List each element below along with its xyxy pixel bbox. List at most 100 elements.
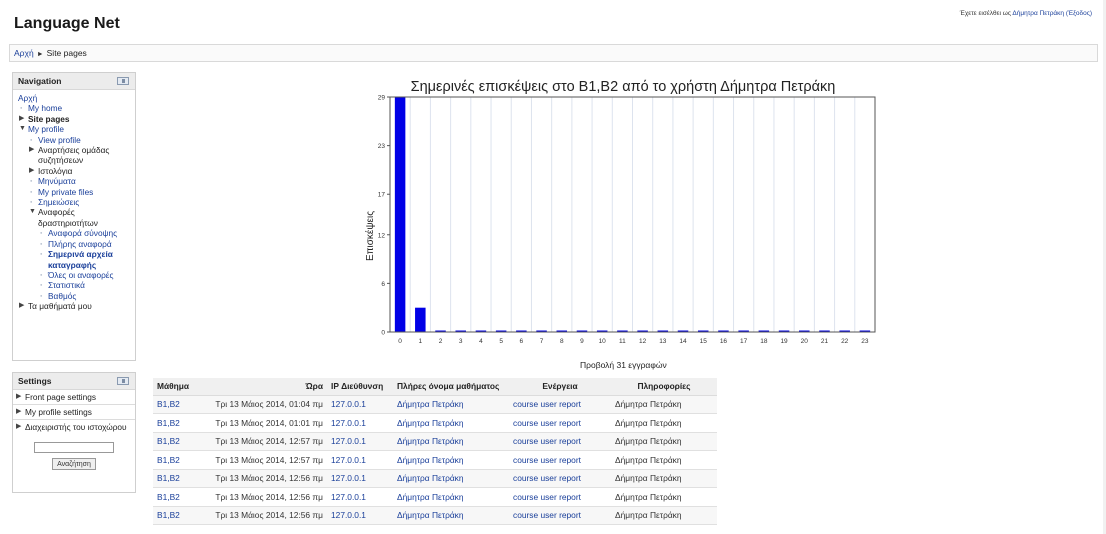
course-link[interactable]: B1,B2 bbox=[153, 487, 195, 507]
breadcrumb-home-link[interactable]: Αρχή bbox=[14, 48, 34, 58]
nav-item-label[interactable]: Βαθμός bbox=[48, 291, 76, 301]
expand-arrow-icon: ▶ bbox=[16, 408, 22, 415]
nav-item-my-courses[interactable]: ▶ Τα μαθήματά μου bbox=[18, 301, 131, 311]
chart-y-tick-label: 12 bbox=[378, 232, 386, 239]
course-link[interactable]: B1,B2 bbox=[153, 450, 195, 470]
nav-item-my-home[interactable]: My home bbox=[18, 103, 131, 114]
dock-block-icon[interactable] bbox=[117, 77, 129, 85]
nav-item-blogs[interactable]: ▶ Ιστολόγια bbox=[18, 166, 131, 176]
course-link[interactable]: B1,B2 bbox=[153, 506, 195, 525]
course-link[interactable]: B1,B2 bbox=[153, 469, 195, 488]
ip-link[interactable]: 127.0.0.1 bbox=[327, 395, 393, 414]
info-cell: Δήμητρα Πετράκη bbox=[611, 413, 717, 433]
table-row: B1,B2 Τρι 13 Μάιος 2014, 01:04 πμ 127.0.… bbox=[153, 395, 717, 414]
nav-item-label[interactable]: Αναφορά σύνοψης bbox=[48, 228, 117, 238]
nav-item-label[interactable]: Σημειώσεις bbox=[38, 197, 79, 207]
nav-item-grade[interactable]: ● Βαθμός bbox=[18, 291, 131, 301]
info-cell: Δήμητρα Πετράκη bbox=[611, 450, 717, 470]
table-row: B1,B2 Τρι 13 Μάιος 2014, 12:56 πμ 127.0.… bbox=[153, 487, 717, 507]
nav-item-label[interactable]: Ιστολόγια bbox=[38, 166, 72, 176]
nav-item-label[interactable]: Site pages bbox=[28, 114, 70, 124]
nav-item-label[interactable]: Σημερινά αρχεία καταγραφής bbox=[48, 249, 113, 269]
ip-link[interactable]: 127.0.0.1 bbox=[327, 469, 393, 488]
action-link[interactable]: course user report bbox=[509, 506, 611, 525]
records-count: Προβολή 31 εγγραφών bbox=[580, 360, 667, 370]
table-row: B1,B2 Τρι 13 Μάιος 2014, 12:56 πμ 127.0.… bbox=[153, 469, 717, 488]
nav-item-my-profile[interactable]: ▼ My profile bbox=[18, 124, 131, 134]
course-link[interactable]: B1,B2 bbox=[153, 395, 195, 414]
logout-link[interactable]: (Έξοδος) bbox=[1064, 10, 1092, 17]
settings-item-label[interactable]: Front page settings bbox=[25, 392, 96, 402]
settings-item-site-admin[interactable]: ▶ Διαχειριστής του ιστοχώρου bbox=[13, 420, 135, 434]
settings-item-my-profile[interactable]: ▶ My profile settings bbox=[13, 405, 135, 420]
action-link[interactable]: course user report bbox=[509, 413, 611, 433]
nav-item-statistics[interactable]: ● Στατιστικά bbox=[18, 280, 131, 290]
nav-item-outline-report[interactable]: ● Αναφορά σύνοψης bbox=[18, 228, 131, 238]
user-link[interactable]: Δήμητρα Πετράκη bbox=[393, 413, 509, 433]
expand-arrow-icon: ▶ bbox=[16, 423, 22, 430]
time-cell: Τρι 13 Μάιος 2014, 12:57 πμ bbox=[195, 450, 327, 470]
course-link[interactable]: B1,B2 bbox=[153, 432, 195, 451]
settings-item-label[interactable]: Διαχειριστής του ιστοχώρου bbox=[25, 422, 127, 432]
nav-item-label[interactable]: View profile bbox=[38, 135, 81, 145]
chart-x-tick-label: 21 bbox=[821, 338, 829, 345]
ip-link[interactable]: 127.0.0.1 bbox=[327, 413, 393, 433]
nav-item-forum-posts[interactable]: ▶ Αναρτήσεις ομάδας συζητήσεων bbox=[18, 145, 131, 166]
course-link[interactable]: B1,B2 bbox=[153, 413, 195, 433]
settings-item-front-page[interactable]: ▶ Front page settings bbox=[13, 390, 135, 405]
nav-item-label[interactable]: Αναρτήσεις ομάδας συζητήσεων bbox=[38, 145, 109, 165]
user-link[interactable]: Δήμητρα Πετράκη bbox=[393, 432, 509, 451]
nav-item-label[interactable]: My home bbox=[28, 103, 62, 113]
chart-x-tick-label: 3 bbox=[459, 338, 463, 345]
nav-item-view-profile[interactable]: View profile bbox=[18, 135, 131, 146]
nav-item-label[interactable]: Όλες οι αναφορές bbox=[48, 270, 114, 280]
settings-search-input[interactable] bbox=[34, 442, 114, 453]
login-prefix: Έχετε εισέλθει ως bbox=[959, 10, 1013, 17]
nav-item-complete-report[interactable]: ● Πλήρης αναφορά bbox=[18, 239, 131, 249]
breadcrumb: Αρχή ► Site pages bbox=[9, 44, 1098, 62]
ip-link[interactable]: 127.0.0.1 bbox=[327, 487, 393, 507]
user-link[interactable]: Δήμητρα Πετράκη bbox=[393, 450, 509, 470]
nav-item-messages[interactable]: Μηνύματα bbox=[18, 176, 131, 187]
settings-search-button[interactable]: Αναζήτηση bbox=[52, 458, 96, 470]
nav-item-all-logs[interactable]: ● Όλες οι αναφορές bbox=[18, 270, 131, 280]
chart-x-tick-label: 18 bbox=[760, 338, 768, 345]
action-link[interactable]: course user report bbox=[509, 432, 611, 451]
chart-x-tick-label: 22 bbox=[841, 338, 849, 345]
ip-link[interactable]: 127.0.0.1 bbox=[327, 450, 393, 470]
nav-item-home[interactable]: Αρχή bbox=[18, 93, 131, 103]
settings-block-header: Settings bbox=[13, 373, 135, 390]
user-link[interactable]: Δήμητρα Πετράκη bbox=[393, 506, 509, 525]
nav-item-label[interactable]: Τα μαθήματά μου bbox=[28, 301, 92, 311]
nav-item-private-files[interactable]: My private files bbox=[18, 187, 131, 198]
time-cell: Τρι 13 Μάιος 2014, 01:04 πμ bbox=[195, 395, 327, 414]
nav-item-label[interactable]: My private files bbox=[38, 187, 93, 197]
nav-item-label[interactable]: Πλήρης αναφορά bbox=[48, 239, 112, 249]
nav-item-todays-logs[interactable]: ● Σημερινά αρχεία καταγραφής bbox=[18, 249, 131, 270]
chart-x-tick-label: 15 bbox=[700, 338, 708, 345]
nav-item-label[interactable]: Αναφορές δραστηριοτήτων bbox=[38, 207, 98, 227]
nav-item-label[interactable]: Στατιστικά bbox=[48, 280, 85, 290]
action-link[interactable]: course user report bbox=[509, 469, 611, 488]
dock-block-icon[interactable] bbox=[117, 377, 129, 385]
collapse-arrow-icon: ▼ bbox=[29, 208, 36, 216]
user-link[interactable]: Δήμητρα Πετράκη bbox=[393, 487, 509, 507]
nav-item-activity-reports[interactable]: ▼ Αναφορές δραστηριοτήτων bbox=[18, 207, 131, 228]
user-link[interactable]: Δήμητρα Πετράκη bbox=[393, 395, 509, 414]
nav-item-site-pages[interactable]: ▶ Site pages bbox=[18, 114, 131, 124]
bullet-icon: ● bbox=[40, 240, 43, 246]
nav-item-label[interactable]: Μηνύματα bbox=[38, 176, 76, 186]
ip-link[interactable]: 127.0.0.1 bbox=[327, 506, 393, 525]
action-link[interactable]: course user report bbox=[509, 450, 611, 470]
chart-x-tick-label: 16 bbox=[720, 338, 728, 345]
user-link[interactable]: Δήμητρα Πετράκη bbox=[393, 469, 509, 488]
nav-item-label[interactable]: Αρχή bbox=[18, 93, 37, 103]
nav-item-notes[interactable]: Σημειώσεις bbox=[18, 197, 131, 208]
settings-item-label[interactable]: My profile settings bbox=[25, 407, 92, 417]
logged-in-user-link[interactable]: Δήμητρα Πετράκη bbox=[1012, 10, 1064, 17]
ip-link[interactable]: 127.0.0.1 bbox=[327, 432, 393, 451]
action-link[interactable]: course user report bbox=[509, 395, 611, 414]
bullet-icon: ● bbox=[40, 230, 43, 236]
nav-item-label[interactable]: My profile bbox=[28, 124, 64, 134]
action-link[interactable]: course user report bbox=[509, 487, 611, 507]
